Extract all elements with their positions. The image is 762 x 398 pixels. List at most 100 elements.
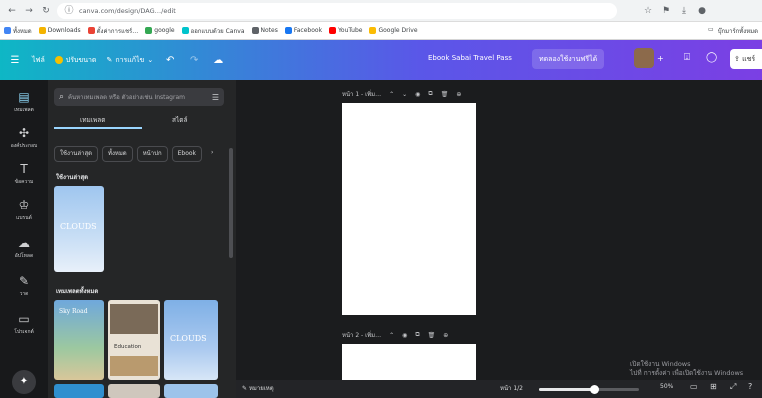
add-page-icon[interactable]: ⊕ <box>456 91 461 98</box>
page-indicator[interactable]: หน้า 1/2 <box>500 383 523 393</box>
chip-cover[interactable]: หน้าปก <box>136 146 168 162</box>
zoom-level[interactable]: 50% <box>660 383 673 390</box>
back-icon[interactable]: ← <box>6 5 18 17</box>
rail-item-projects[interactable]: ▭ โปรเจกต์ <box>0 312 48 336</box>
elements-icon: ✣ <box>18 126 30 140</box>
share-button[interactable]: ⇪ แชร์ <box>730 49 762 69</box>
cloud-saved-icon[interactable]: ☁ <box>211 55 225 66</box>
hide-page-icon[interactable]: ◉ <box>415 91 420 98</box>
page-view-icon[interactable]: ▭ <box>690 382 698 391</box>
zoom-slider[interactable] <box>539 385 639 394</box>
thumb-title: Education <box>114 344 142 350</box>
profile-icon[interactable]: ● <box>696 5 708 17</box>
rail-item-uploads[interactable]: ☁ อัปโหลด <box>0 236 48 260</box>
filter-icon[interactable]: ☰ <box>212 93 219 102</box>
bookmark-item[interactable]: Notes <box>251 27 278 34</box>
resize-button[interactable]: ปรับขนาด <box>54 55 96 66</box>
folder-icon: ▭ <box>708 25 714 33</box>
undo-icon[interactable]: ↶ <box>163 55 177 66</box>
delete-page-icon[interactable]: 🗑 <box>441 91 449 98</box>
chip-all[interactable]: ทั้งหมด <box>102 146 133 162</box>
bookmark-star-icon[interactable]: ☆ <box>642 5 654 17</box>
chevron-down-icon[interactable]: ⌄ <box>402 91 407 98</box>
rail-item-draw[interactable]: ✎ วาด <box>0 274 48 298</box>
reload-icon[interactable]: ↻ <box>40 5 52 17</box>
analytics-icon[interactable]: ⍗ <box>684 52 690 63</box>
template-thumb[interactable] <box>54 384 104 398</box>
pencil-icon: ✎ <box>106 56 113 64</box>
chevron-up-icon[interactable]: ⌃ <box>389 332 394 339</box>
template-thumb[interactable]: Sky Road <box>54 300 104 380</box>
rail-item-text[interactable]: T ข้อความ <box>0 162 48 186</box>
extensions-icon[interactable]: ⚑ <box>660 5 672 17</box>
zoom-fill <box>539 388 594 391</box>
rail-item-brand[interactable]: ♔ แบรนด์ <box>0 198 48 222</box>
all-bookmarks[interactable]: ▭ บุ๊กมาร์กทั้งหมด <box>708 26 758 36</box>
help-icon[interactable]: ? <box>748 382 752 391</box>
search-input[interactable] <box>68 93 208 101</box>
forward-icon[interactable]: → <box>23 5 35 17</box>
document-title[interactable]: Ebook Sabai Travel Pass <box>428 54 512 62</box>
template-thumb[interactable]: CLOUDS <box>164 300 218 380</box>
bookmark-item[interactable]: Google Drive <box>369 27 418 34</box>
bookmark-item[interactable]: YouTube <box>329 27 362 34</box>
tab-templates[interactable]: เทมเพลต <box>80 115 106 125</box>
panel-scrollbar[interactable] <box>229 148 233 258</box>
try-pro-button[interactable]: ทดลองใช้งานฟรีได้ <box>532 49 605 69</box>
fullscreen-icon[interactable]: ⤢ <box>730 382 736 392</box>
magic-icon[interactable]: ✦ <box>12 370 36 394</box>
recent-template-thumb[interactable]: CLOUDS <box>54 186 104 272</box>
url-text: canva.com/design/DAG…/edit <box>79 6 176 15</box>
editing-label: การแก้ไข <box>115 55 145 64</box>
bookmark-item[interactable]: google <box>145 27 175 34</box>
watermark-line-1: เปิดใช้งาน Windows <box>630 360 691 368</box>
template-thumb[interactable] <box>108 384 160 398</box>
url-field[interactable]: ⓘ canva.com/design/DAG…/edit <box>57 2 617 19</box>
delete-page-icon[interactable]: 🗑 <box>428 332 436 339</box>
notes-button[interactable]: ✎ หมายเหตุ <box>242 383 274 393</box>
apps-icon <box>4 27 11 34</box>
add-collaborator-icon[interactable]: + <box>657 54 664 63</box>
section-all-heading: เทมเพลตทั้งหมด <box>56 288 99 295</box>
bookmark-item[interactable]: ออกแบบด้วย Canva <box>181 26 245 36</box>
zoom-handle[interactable] <box>589 385 599 394</box>
add-page-icon[interactable]: ⊕ <box>443 332 448 339</box>
template-thumb[interactable]: Education <box>108 300 160 380</box>
redo-icon[interactable]: ↷ <box>187 55 201 66</box>
duplicate-page-icon[interactable]: ⧉ <box>428 90 432 98</box>
template-icon: ▤ <box>18 90 30 104</box>
bookmark-item[interactable]: Facebook <box>284 27 322 34</box>
editing-mode-button[interactable]: ✎ การแก้ไข ⌄ <box>106 55 153 66</box>
menu-icon[interactable]: ☰ <box>8 55 22 66</box>
search-bar: ⌕ ☰ <box>54 88 224 106</box>
editor-bottombar: ✎ หมายเหตุ หน้า 1/2 50% ▭ ⊞ ⤢ ? <box>236 380 762 398</box>
youtube-icon <box>329 27 337 34</box>
download-icon[interactable]: ⤓ <box>678 5 690 17</box>
chevron-up-icon[interactable]: ⌃ <box>389 91 394 98</box>
file-menu[interactable]: ไฟล์ <box>32 55 45 66</box>
rail-item-elements[interactable]: ✣ องค์ประกอบ <box>0 126 48 150</box>
avatar[interactable] <box>634 48 654 68</box>
search-icon: ⌕ <box>59 92 65 102</box>
page-2-title[interactable]: หน้า 2 - เพิ่ม… <box>342 330 381 340</box>
page-2[interactable] <box>342 344 476 380</box>
tab-styles[interactable]: สไตล์ <box>172 115 187 125</box>
chips-next-icon[interactable]: › <box>206 146 218 162</box>
chip-recent[interactable]: ใช้งานล่าสุด <box>54 146 99 162</box>
hide-page-icon[interactable]: ◉ <box>402 332 407 339</box>
bookmark-item[interactable]: ตั้งค่าการแชร์… <box>87 26 139 36</box>
duplicate-page-icon[interactable]: ⧉ <box>415 331 419 339</box>
rail-item-label: เทมเพลต <box>14 107 34 113</box>
comment-icon[interactable]: ◯ <box>706 52 717 63</box>
template-thumb[interactable] <box>164 384 218 398</box>
bookmark-item[interactable]: Downloads <box>38 27 81 34</box>
site-info-icon[interactable]: ⓘ <box>63 5 75 17</box>
rail-item-template[interactable]: ▤ เทมเพลต <box>0 90 48 114</box>
chip-ebook[interactable]: Ebook <box>171 146 203 162</box>
thumb-photo <box>110 356 158 376</box>
page-1[interactable] <box>342 103 476 315</box>
page-1-title[interactable]: หน้า 1 - เพิ่ม… <box>342 89 381 99</box>
bookmark-item[interactable]: ทั้งหมด <box>4 26 32 36</box>
bookmark-label: ตั้งค่าการแชร์… <box>96 27 139 35</box>
grid-view-icon[interactable]: ⊞ <box>710 382 717 391</box>
